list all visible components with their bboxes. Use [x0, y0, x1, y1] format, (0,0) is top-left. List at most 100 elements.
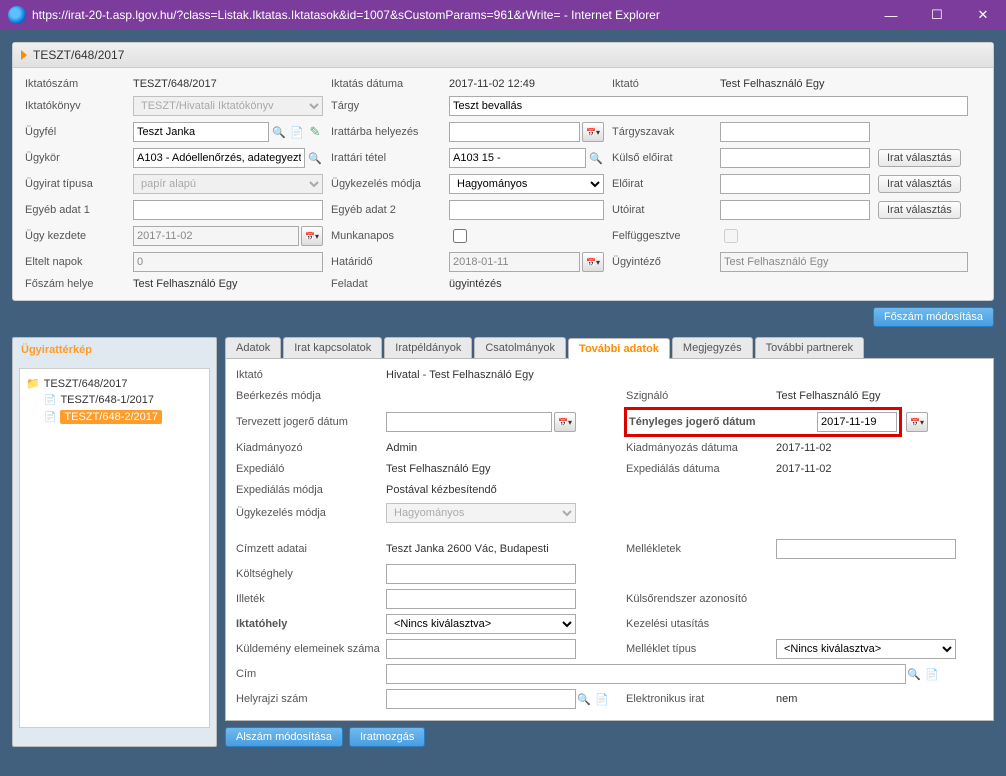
- minimize-button[interactable]: —: [868, 0, 914, 30]
- egyeb2-input[interactable]: [449, 200, 604, 220]
- iktatas-datuma-value: 2017-11-02 12:49: [449, 78, 604, 90]
- tab-peldanyok[interactable]: Iratpéldányok: [384, 337, 472, 358]
- date-picker-icon[interactable]: [554, 412, 576, 432]
- ugykor-label: Ügykör: [25, 152, 125, 164]
- egyeb2-label: Egyéb adat 2: [331, 204, 441, 216]
- foszam-modositasa-button[interactable]: Főszám módosítása: [873, 307, 994, 327]
- d-helyrajzi-label: Helyrajzi szám: [236, 691, 386, 707]
- ugyfel-input[interactable]: [133, 122, 269, 142]
- search-icon[interactable]: [307, 150, 323, 166]
- d-mellekletek-input[interactable]: [776, 539, 956, 559]
- file-icon: 📄: [44, 395, 56, 406]
- search-icon[interactable]: [588, 150, 604, 166]
- irat-valasztas-button[interactable]: Irat választás: [878, 175, 961, 193]
- ugykor-input[interactable]: [133, 148, 305, 168]
- tab-adatok[interactable]: Adatok: [225, 337, 281, 358]
- tree-root-label: TESZT/648/2017: [44, 378, 128, 390]
- d-ugykezeles-select: Hagyományos: [386, 503, 576, 523]
- d-beerkezes-label: Beérkezés módja: [236, 388, 386, 404]
- d-expedialo-value: Test Felhasználó Egy: [386, 463, 576, 475]
- edit-icon[interactable]: [307, 124, 323, 140]
- window-titlebar: https://irat-20-t.asp.lgov.hu/?class=Lis…: [0, 0, 1006, 30]
- d-kiadmanyozo-label: Kiadmányozó: [236, 440, 386, 456]
- d-tervezett-input[interactable]: [386, 412, 552, 432]
- tree-panel: Ügyirattérkép 📁 TESZT/648/2017 📄 TESZT/6…: [12, 337, 217, 747]
- feladat-label: Feladat: [331, 278, 441, 290]
- d-iktatohely-select[interactable]: <Nincs kiválasztva>: [386, 614, 576, 634]
- tree-child-2[interactable]: 📄 TESZT/648-2/2017: [26, 408, 203, 426]
- d-elektronikus-value: nem: [776, 693, 906, 705]
- munkanapos-checkbox[interactable]: [453, 229, 467, 243]
- iktatas-datuma-label: Iktatás dátuma: [331, 78, 441, 90]
- tab-partnerek[interactable]: További partnerek: [755, 337, 864, 358]
- tab-megjegyzes[interactable]: Megjegyzés: [672, 337, 753, 358]
- doc-icon[interactable]: [594, 691, 610, 707]
- ugy-kezdete-input: [133, 226, 299, 246]
- irat-valasztas-button[interactable]: Irat választás: [878, 149, 961, 167]
- d-elektronikus-label: Elektronikus irat: [626, 691, 776, 707]
- eltelt-napok-input: [133, 252, 323, 272]
- alszam-modositasa-button[interactable]: Alszám módosítása: [225, 727, 343, 747]
- utoirat-input[interactable]: [720, 200, 870, 220]
- ugy-kezdete-label: Ügy kezdete: [25, 230, 125, 242]
- tree-root[interactable]: 📁 TESZT/648/2017: [26, 375, 203, 392]
- doc-icon[interactable]: [289, 124, 305, 140]
- ugyintezo-input: [720, 252, 968, 272]
- d-koltseghely-input[interactable]: [386, 564, 576, 584]
- d-tenyleges-input[interactable]: [817, 412, 897, 432]
- egyeb1-input[interactable]: [133, 200, 323, 220]
- close-button[interactable]: ✕: [960, 0, 1006, 30]
- d-mellekletek-label: Mellékletek: [626, 541, 776, 557]
- maximize-button[interactable]: ☐: [914, 0, 960, 30]
- search-icon[interactable]: [576, 691, 592, 707]
- irat-valasztas-button[interactable]: Irat választás: [878, 201, 961, 219]
- ugyirat-tipusa-label: Ügyirat típusa: [25, 178, 125, 190]
- search-icon[interactable]: [906, 666, 922, 682]
- date-picker-icon[interactable]: [301, 226, 323, 246]
- search-icon[interactable]: [271, 124, 287, 140]
- d-helyrajzi-input[interactable]: [386, 689, 576, 709]
- d-cimzett-value: Teszt Janka 2600 Vác, Budapesti: [386, 543, 626, 555]
- iratmozgas-button[interactable]: Iratmozgás: [349, 727, 425, 747]
- targy-input[interactable]: [449, 96, 968, 116]
- kulso-eloirat-input[interactable]: [720, 148, 870, 168]
- tab-kapcsolatok[interactable]: Irat kapcsolatok: [283, 337, 382, 358]
- d-cim-input[interactable]: [386, 664, 906, 684]
- hatarido-label: Határidő: [331, 256, 441, 268]
- doc-icon[interactable]: [924, 666, 940, 682]
- date-picker-icon[interactable]: [582, 252, 604, 272]
- irattarba-input[interactable]: [449, 122, 580, 142]
- tabs: Adatok Irat kapcsolatok Iratpéldányok Cs…: [225, 337, 994, 358]
- ugyintezo-label: Ügyintéző: [612, 256, 712, 268]
- felfuggesztve-checkbox: [724, 229, 738, 243]
- tree-child-1[interactable]: 📄 TESZT/648-1/2017: [26, 392, 203, 408]
- iktatoszam-label: Iktatószám: [25, 78, 125, 90]
- detail-panel: Adatok Irat kapcsolatok Iratpéldányok Cs…: [225, 337, 994, 747]
- eloirat-input[interactable]: [720, 174, 870, 194]
- ugyirat-tipusa-select: papír alapú: [133, 174, 323, 194]
- irattari-tetel-input[interactable]: [449, 148, 586, 168]
- eloirat-label: Előirat: [612, 178, 712, 190]
- foszam-helye-label: Főszám helye: [25, 278, 125, 290]
- tree-child1-label: TESZT/648-1/2017: [60, 394, 154, 406]
- d-illetek-input[interactable]: [386, 589, 576, 609]
- iktatokonyv-label: Iktatókönyv: [25, 100, 125, 112]
- form-grid: Iktatószám TESZT/648/2017 Iktatás dátuma…: [13, 68, 993, 300]
- d-expedialas-datuma-value: 2017-11-02: [776, 463, 906, 475]
- tree-header: Ügyirattérkép: [13, 338, 216, 362]
- d-expedialas-modja-value: Postával kézbesítendő: [386, 484, 626, 496]
- iktato-label: Iktató: [612, 78, 712, 90]
- feladat-value: ügyintézés: [449, 278, 604, 290]
- tab-csatolmanyok[interactable]: Csatolmányok: [474, 337, 566, 358]
- date-picker-icon[interactable]: [582, 122, 604, 142]
- date-picker-icon[interactable]: [906, 412, 928, 432]
- munkanapos-label: Munkanapos: [331, 230, 441, 242]
- hatarido-input: [449, 252, 580, 272]
- tab-tovabbi-adatok[interactable]: További adatok: [568, 338, 670, 359]
- ie-icon: [8, 6, 26, 24]
- targyszavak-input[interactable]: [720, 122, 870, 142]
- d-melleklet-tipus-select[interactable]: <Nincs kiválasztva>: [776, 639, 956, 659]
- ugykezeles-modja-select[interactable]: Hagyományos: [449, 174, 604, 194]
- targy-label: Tárgy: [331, 100, 441, 112]
- d-kuldemeny-input[interactable]: [386, 639, 576, 659]
